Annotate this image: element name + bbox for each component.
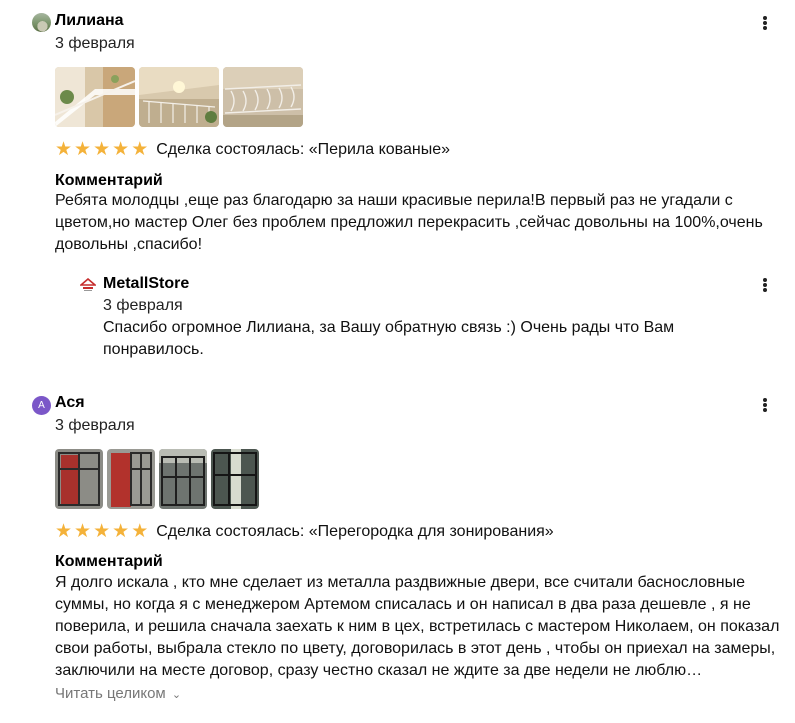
review-date: 3 февраля <box>55 417 135 434</box>
reply-date: 3 февраля <box>103 297 183 314</box>
review-photo[interactable] <box>55 67 135 127</box>
star-icon: ★ <box>131 139 149 160</box>
star-icon: ★ <box>93 139 111 160</box>
deal-status: Сделка состоялась: «Перила кованые» <box>156 141 451 158</box>
comment-label: Комментарий <box>55 172 163 189</box>
rating-row: ★ ★ ★ ★ ★ Сделка состоялась: «Перегородк… <box>55 521 554 542</box>
star-icon: ★ <box>74 521 92 542</box>
reply-more-options-icon[interactable] <box>761 276 769 294</box>
photo-partition <box>55 449 103 509</box>
star-icon: ★ <box>55 521 73 542</box>
photo-gallery <box>55 449 259 509</box>
star-icon: ★ <box>112 139 130 160</box>
comment-text: Ребята молодцы ,еще раз благодарю за наш… <box>55 192 763 253</box>
review-photo[interactable] <box>223 67 303 127</box>
star-icon: ★ <box>131 521 149 542</box>
comment-label: Комментарий <box>55 553 163 570</box>
star-rating: ★ ★ ★ ★ ★ <box>55 521 149 542</box>
review-author[interactable]: Ася <box>55 394 85 412</box>
review-card: Лилиана 3 февраля ★ ★ ★ ★ ★ Сделка состо… <box>0 0 795 380</box>
review-author[interactable]: Лилиана <box>55 12 124 30</box>
star-rating: ★ ★ ★ ★ ★ <box>55 139 149 160</box>
avatar[interactable]: А <box>32 396 51 415</box>
photo-forged-railing <box>223 67 303 127</box>
read-more-link[interactable]: Читать целиком ⌄ <box>55 685 181 702</box>
photo-partition <box>107 449 155 509</box>
photo-hall-railing <box>139 67 219 127</box>
deal-status: Сделка состоялась: «Перегородка для зони… <box>156 523 554 540</box>
photo-partition <box>159 449 207 509</box>
review-photo[interactable] <box>107 449 155 509</box>
metallstore-logo-icon <box>80 278 96 291</box>
photo-partition <box>211 449 259 509</box>
avatar[interactable] <box>32 13 51 32</box>
reply-text: Спасибо огромное Лилиана, за Вашу обратн… <box>103 319 675 358</box>
review-date: 3 февраля <box>55 35 135 52</box>
star-icon: ★ <box>74 139 92 160</box>
review-photo[interactable] <box>55 449 103 509</box>
photo-gallery <box>55 67 303 127</box>
photo-stairs-railing <box>55 67 135 127</box>
chevron-down-icon: ⌄ <box>171 689 182 701</box>
review-photo[interactable] <box>211 449 259 509</box>
read-more-label: Читать целиком <box>55 685 166 702</box>
star-icon: ★ <box>55 139 73 160</box>
review-photo[interactable] <box>139 67 219 127</box>
more-options-icon[interactable] <box>761 14 769 32</box>
reply-author[interactable]: MetallStore <box>103 275 189 293</box>
star-icon: ★ <box>112 521 130 542</box>
star-icon: ★ <box>93 521 111 542</box>
comment-text: Я долго искала , кто мне сделает из мета… <box>55 574 780 679</box>
rating-row: ★ ★ ★ ★ ★ Сделка состоялась: «Перила ков… <box>55 139 451 160</box>
more-options-icon[interactable] <box>761 396 769 414</box>
review-photo[interactable] <box>159 449 207 509</box>
